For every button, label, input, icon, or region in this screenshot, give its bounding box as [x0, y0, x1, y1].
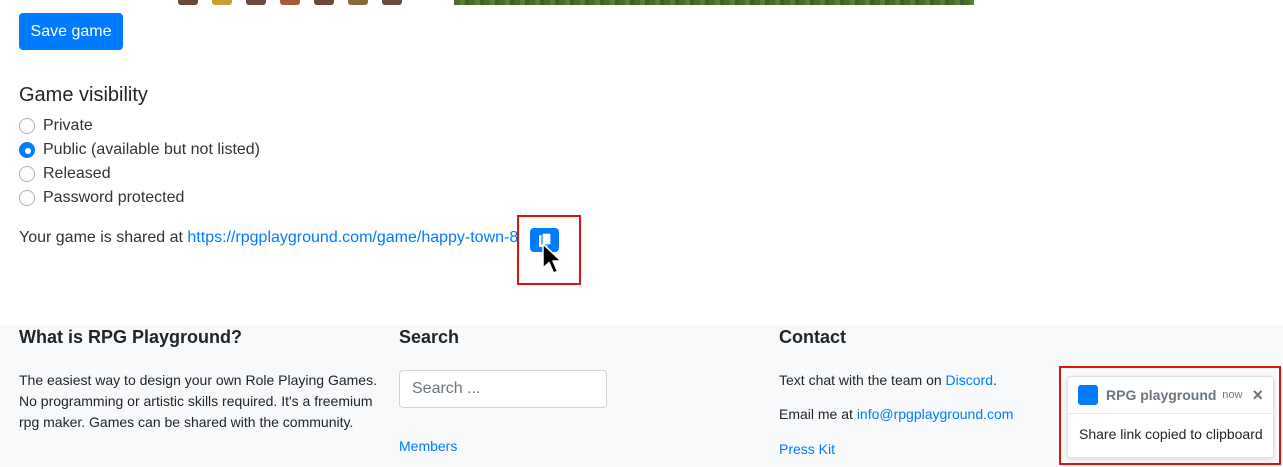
character-sprite	[280, 0, 300, 5]
toast-message: Share link copied to clipboard	[1079, 426, 1263, 442]
visibility-option-public[interactable]: Public (available but not listed)	[19, 141, 260, 159]
radio-public[interactable]	[19, 142, 35, 158]
character-sprite	[382, 0, 402, 5]
radio-label: Released	[43, 165, 111, 182]
character-sprite	[348, 0, 368, 5]
search-input[interactable]	[399, 370, 607, 408]
toast-time: now	[1222, 389, 1243, 401]
close-icon[interactable]: ×	[1252, 386, 1263, 404]
toast-title: RPG playground	[1106, 387, 1217, 403]
visibility-option-password[interactable]: Password protected	[19, 189, 184, 207]
character-sprite	[246, 0, 266, 5]
character-sprites-strip	[178, 0, 428, 5]
about-title: What is RPG Playground?	[19, 327, 243, 347]
app-square-icon	[1078, 385, 1098, 405]
radio-password[interactable]	[19, 190, 35, 206]
members-link[interactable]: Members	[399, 438, 457, 454]
visibility-option-private[interactable]: Private	[19, 117, 93, 135]
contact-chat-line: Text chat with the team on Discord.	[779, 372, 997, 388]
chat-prefix: Text chat with the team on	[779, 372, 942, 388]
character-sprite	[212, 0, 232, 5]
radio-label: Private	[43, 117, 93, 134]
email-link[interactable]: info@rpgplayground.com	[857, 406, 1014, 422]
radio-label: Public (available but not listed)	[43, 141, 261, 158]
share-url-link[interactable]: https://rpgplayground.com/game/happy-tow…	[187, 229, 518, 246]
about-text: The easiest way to design your own Role …	[19, 372, 377, 430]
contact-email-line: Email me at info@rpgplayground.com	[779, 406, 1013, 422]
toast-header: RPG playground now ×	[1068, 377, 1273, 414]
discord-link[interactable]: Discord	[946, 372, 993, 388]
share-prefix: Your game is shared at	[19, 229, 183, 246]
map-preview-strip	[454, 0, 974, 5]
visibility-option-released[interactable]: Released	[19, 165, 111, 183]
radio-private[interactable]	[19, 118, 35, 134]
contact-title: Contact	[779, 327, 846, 347]
save-game-button[interactable]: Save game	[19, 13, 123, 50]
radio-released[interactable]	[19, 166, 35, 182]
character-sprite	[314, 0, 334, 5]
character-sprite	[178, 0, 198, 5]
mouse-cursor-icon	[542, 243, 562, 274]
toast-notification: RPG playground now × Share link copied t…	[1067, 376, 1274, 458]
chat-suffix: .	[993, 372, 997, 388]
game-visibility-heading: Game visibility	[19, 84, 148, 106]
press-kit-link[interactable]: Press Kit	[779, 441, 835, 457]
radio-label: Password protected	[43, 189, 185, 206]
share-line: Your game is shared at https://rpgplaygr…	[19, 229, 518, 247]
search-title: Search	[399, 327, 460, 347]
email-prefix: Email me at	[779, 406, 853, 422]
